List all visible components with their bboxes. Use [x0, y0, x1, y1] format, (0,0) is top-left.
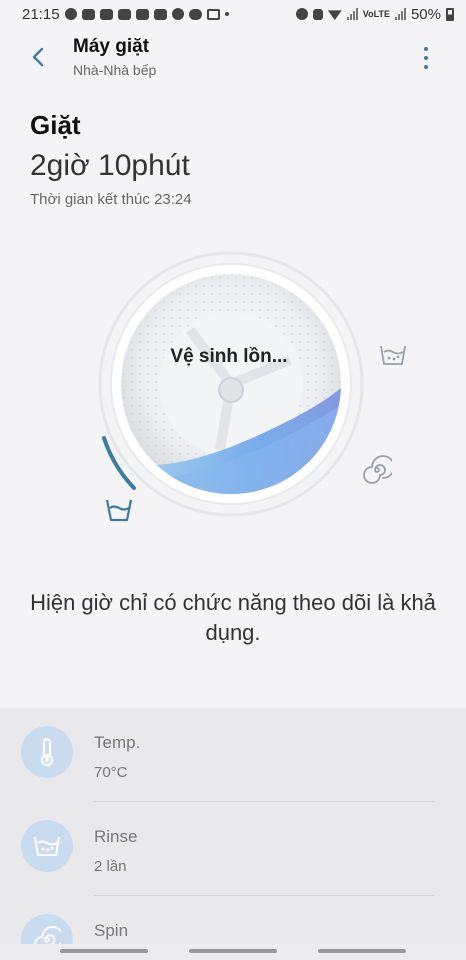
volte-label: VoLTE [362, 8, 390, 19]
zalo-icon [81, 8, 95, 20]
cycle-mode: Giặt [30, 110, 81, 140]
back-nav-button[interactable] [318, 949, 406, 953]
google-icon [171, 8, 184, 20]
youtube-icon [117, 8, 131, 20]
battery-icon [446, 7, 454, 21]
battery-percent: 50% [410, 5, 441, 23]
more-dot [424, 56, 428, 60]
more-notifications-icon [224, 12, 229, 16]
drum-visual: Vệ sinh lồn... [0, 250, 466, 540]
rinse-stage-icon [380, 345, 406, 365]
status-bar: 21:15 VoLTE 50% [0, 0, 466, 28]
setting-rinse[interactable]: Rinse 2 lần [0, 802, 466, 895]
lock-icon [312, 8, 323, 20]
status-time: 21:15 [22, 5, 60, 23]
cloud-upload-icon [188, 8, 202, 20]
wash-stage-icon [105, 499, 133, 522]
setting-name: Spin [94, 921, 129, 940]
wifi-icon [327, 10, 342, 20]
spin-icon [21, 914, 73, 948]
home-button[interactable] [189, 949, 277, 953]
back-button[interactable] [28, 46, 50, 68]
setting-name: Temp. [94, 733, 141, 752]
remaining-time: 2giờ 10phút [30, 149, 190, 182]
navigation-bar [0, 944, 466, 960]
signal-icon [394, 8, 406, 20]
settings-list: Temp. 70°C Rinse 2 lần Spin [0, 708, 466, 948]
alarm-icon [295, 8, 308, 20]
page-subtitle: Nhà-Nhà bếp [73, 62, 157, 78]
signal-icon [346, 8, 358, 20]
youtube-icon [153, 8, 167, 20]
rinse-icon [21, 820, 73, 872]
spin-stage-icon [363, 455, 392, 484]
facebook-icon [64, 8, 77, 20]
setting-temp[interactable]: Temp. 70°C [0, 708, 466, 801]
thermometer-icon [21, 726, 73, 778]
chevron-left-icon [32, 47, 44, 67]
monitor-only-message: Hiện giờ chỉ có chức năng theo dõi là kh… [30, 590, 436, 645]
setting-spin[interactable]: Spin [0, 896, 466, 948]
youtube-icon [99, 8, 113, 20]
picture-icon [206, 8, 220, 20]
more-options-button[interactable] [416, 44, 436, 72]
page-title: Máy giặt [73, 36, 150, 57]
more-dot [424, 65, 428, 69]
drum-status-label: Vệ sinh lồn... [170, 346, 288, 367]
end-time: Thời gian kết thúc 23:24 [30, 191, 192, 208]
recent-apps-button[interactable] [60, 949, 148, 953]
drum-graphic [98, 251, 364, 517]
more-dot [424, 47, 428, 51]
status-left: 21:15 [22, 6, 229, 23]
youtube-icon [135, 8, 149, 20]
app-header: Máy giặt Nhà-Nhà bếp [0, 32, 466, 88]
setting-value: 2 lần [94, 858, 127, 875]
setting-value: 70°C [94, 764, 128, 781]
status-right: VoLTE 50% [295, 5, 454, 23]
setting-name: Rinse [94, 827, 138, 846]
